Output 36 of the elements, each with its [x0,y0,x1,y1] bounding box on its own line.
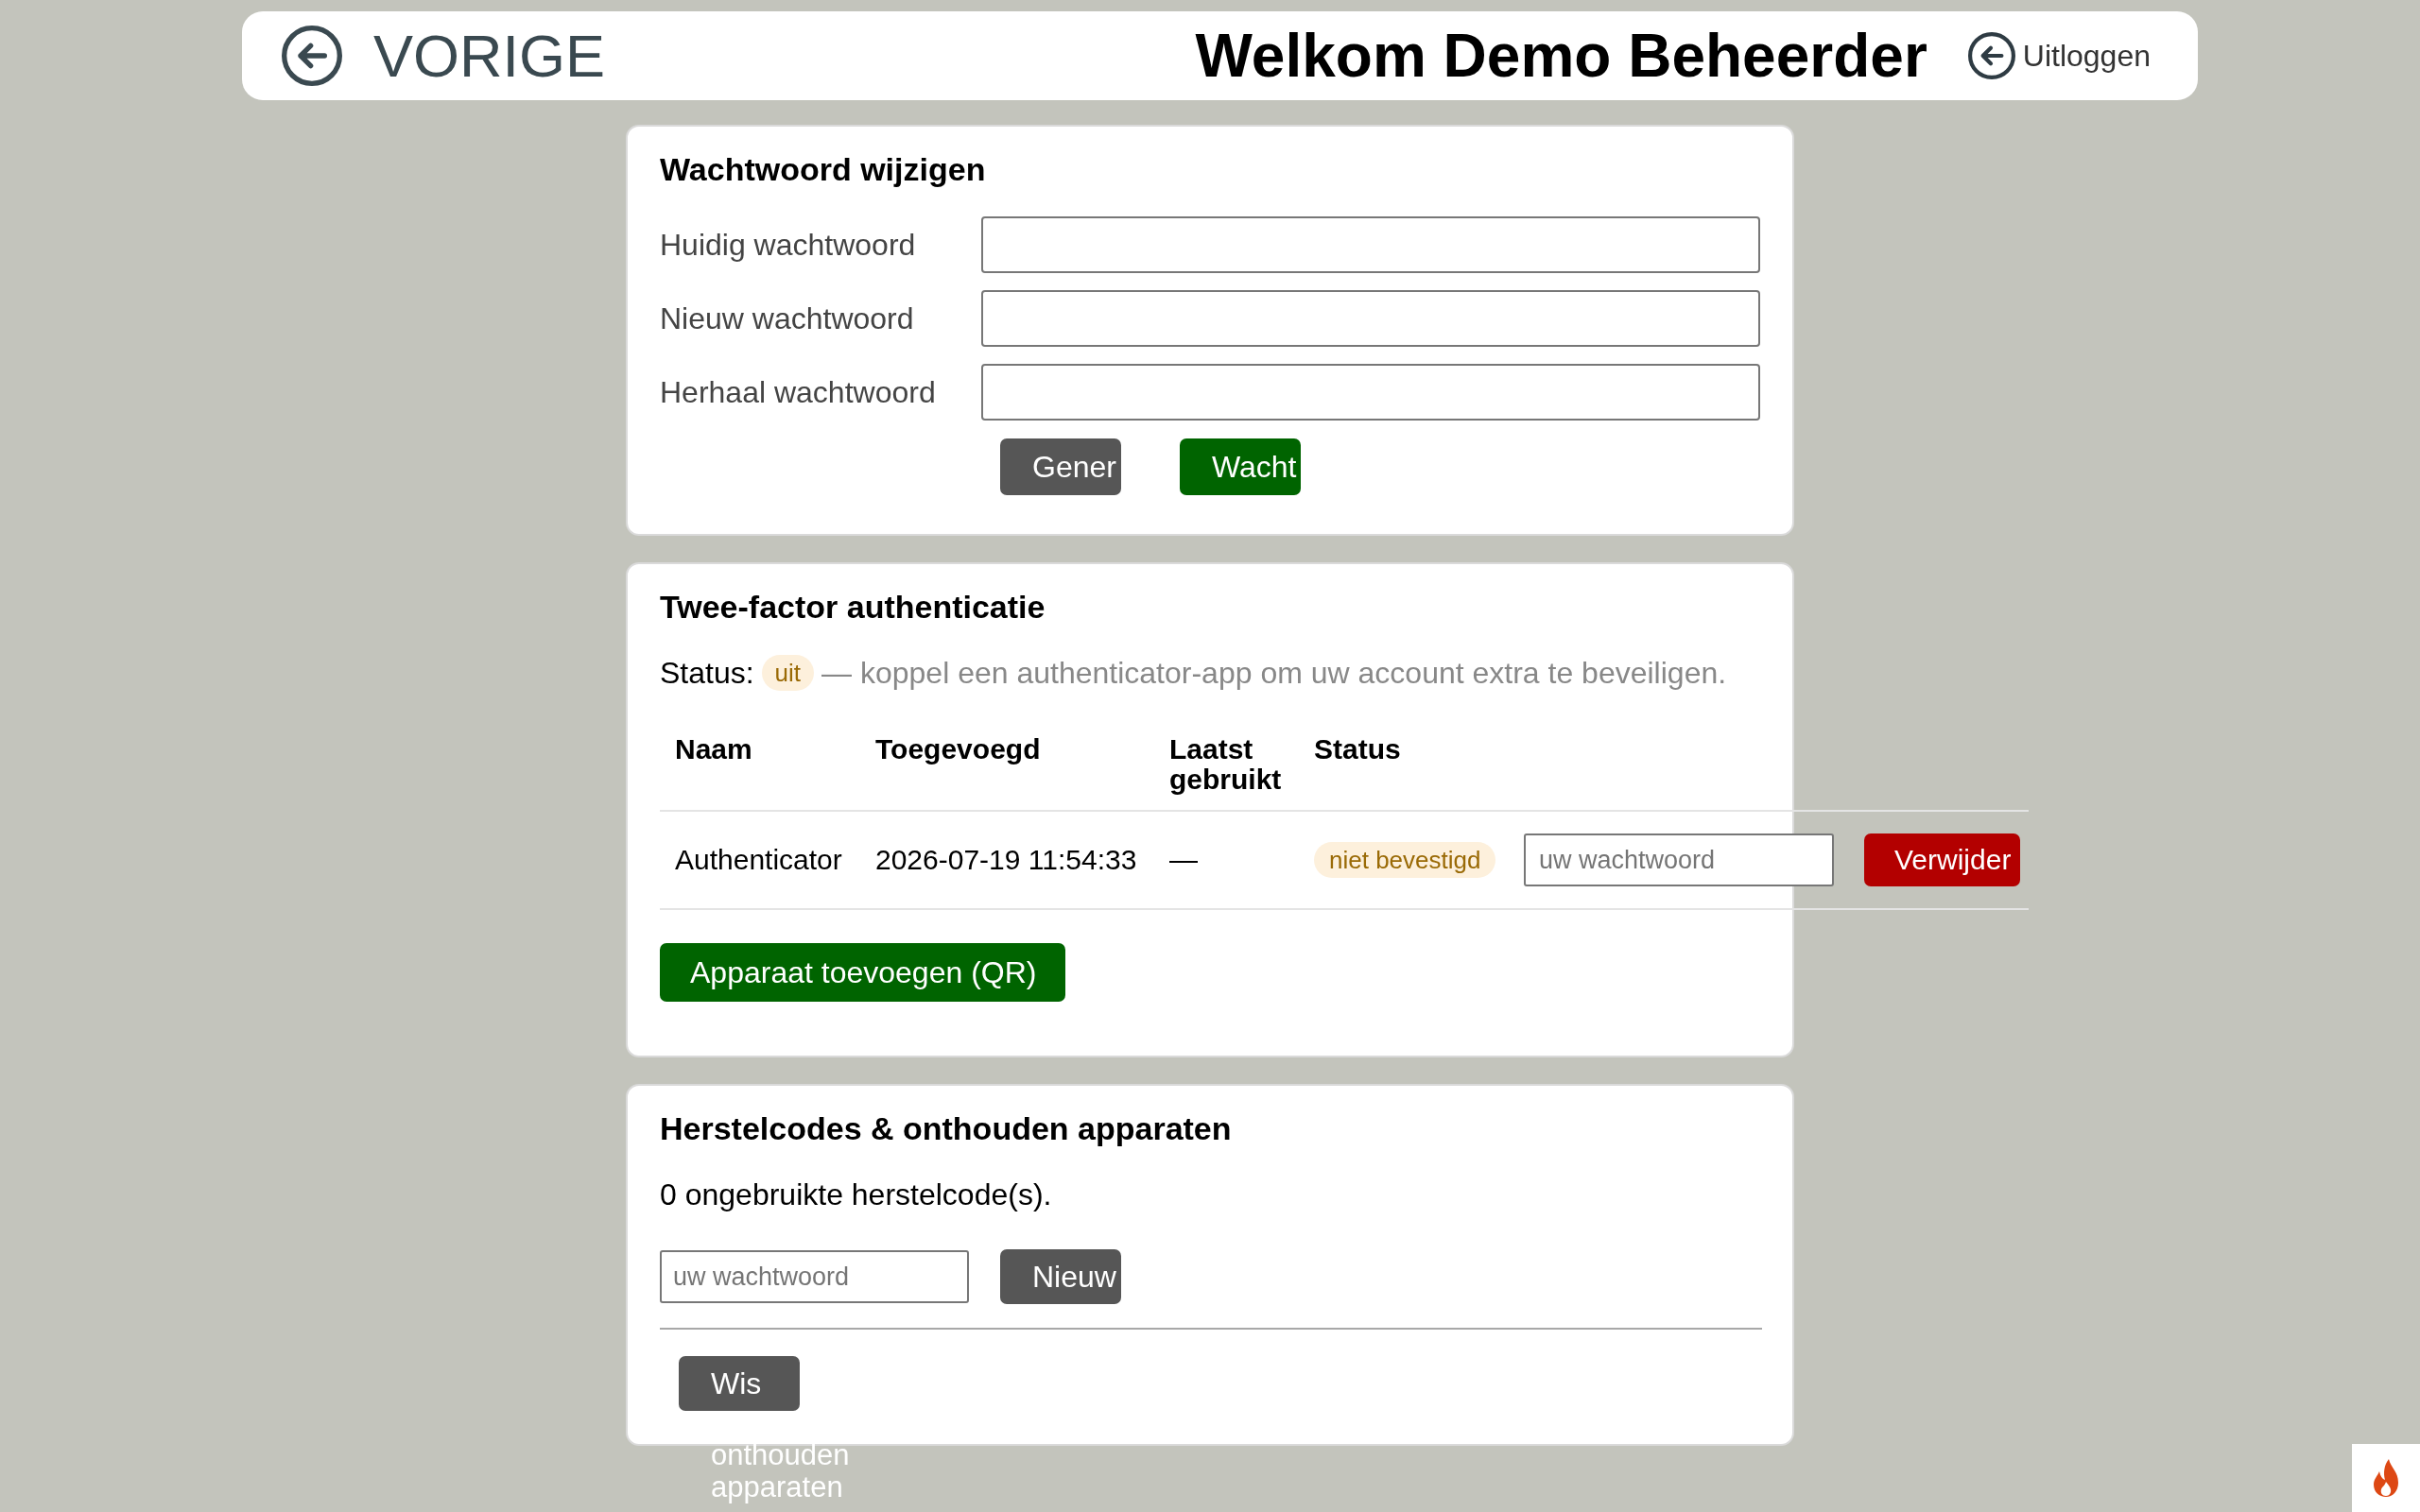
add-device-button[interactable]: Apparaat toevoegen (QR) [660,943,1066,1002]
field-label: Nieuw wachtwoord [660,301,915,336]
status-note: — koppel een authenticator-app om uw account extra te beveiligen. [821,655,1727,692]
password-field[interactable] [981,216,1760,273]
table-cell-text: — [1168,844,1199,876]
logout-icon [1967,32,2015,79]
action-button[interactable]: Gener [1000,438,1121,495]
column-header: Laatst gebruikt [1168,732,1283,797]
column-header: Toegevoegd [874,732,1042,766]
action-button[interactable]: Wacht [1180,438,1301,495]
button-overflow-text: onthouden apparaten [711,1439,851,1503]
card-title: Herstelcodes & onthouden apparaten [660,1109,1233,1147]
field-label: Huidig wachtwoord [660,227,917,263]
welcome-title: Welkom Demo Beheerder [1195,21,1927,91]
column-header: Status [1313,732,1402,766]
back-link[interactable]: VORIGE [282,22,606,90]
table-cell-text: Authenticator [674,844,843,876]
clear-button[interactable]: Wis [679,1356,800,1411]
action-button[interactable]: Nieuw [1000,1249,1121,1304]
password-field[interactable]: uw wachtwoord [1524,833,1834,886]
password-field[interactable]: uw wachtwoord [660,1250,969,1303]
back-icon [282,26,342,86]
table-cell-text: 2026-07-19 11:54:33 [874,844,1138,876]
status-badge: niet bevestigd [1314,842,1496,878]
password-field[interactable] [981,364,1760,421]
field-label: Herhaal wachtwoord [660,374,937,410]
password-field[interactable] [981,290,1760,347]
card-title: Wachtwoord wijzigen [660,150,986,188]
codes-count-text: 0 ongebruikte herstelcode(s). [660,1177,1053,1213]
column-header: Naam [674,732,753,766]
logout-link[interactable]: Uitloggen [1967,32,2151,79]
status-badge: uit [761,655,815,691]
flame-icon [2352,1444,2420,1512]
delete-button[interactable]: Verwijder [1864,833,2021,886]
card-title: Twee-factor authenticatie [660,588,1046,626]
status-label: Status: [660,655,754,692]
